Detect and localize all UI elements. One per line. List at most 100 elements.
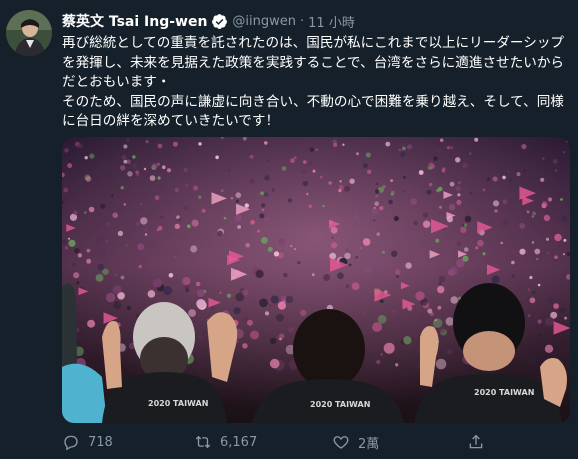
tweet-photo[interactable]: 2020 TAIWAN 2020 TAIWAN 2020 TAIWAN	[62, 137, 570, 423]
header-separator: ·	[300, 13, 305, 29]
crowd-speck	[277, 301, 286, 310]
author-handle[interactable]: @iingwen	[232, 14, 296, 29]
crowd-speck	[393, 216, 399, 222]
crowd-speck	[402, 175, 406, 179]
crowd-speck	[487, 177, 491, 181]
crowd-speck	[391, 250, 398, 257]
crowd-speck	[174, 255, 177, 259]
crowd-speck	[526, 210, 530, 214]
crowd-speck	[374, 201, 380, 206]
crowd-speck	[469, 152, 472, 155]
crowd-speck	[463, 223, 468, 227]
crowd-speck	[290, 158, 295, 164]
crowd-speck	[274, 257, 278, 260]
crowd-speck	[521, 144, 527, 150]
crowd-speck	[428, 162, 434, 168]
retweet-button[interactable]: 6,167	[194, 430, 257, 454]
crowd-speck	[261, 237, 268, 244]
crowd-speck	[511, 274, 516, 278]
crowd-speck	[511, 260, 515, 265]
crowd-speck	[153, 278, 163, 288]
crowd-speck	[456, 241, 462, 246]
crowd-speck	[249, 178, 256, 184]
crowd-speck	[507, 170, 510, 173]
crowd-speck	[234, 214, 242, 222]
crowd-speck	[244, 203, 249, 208]
crowd-speck	[195, 281, 201, 287]
avatar[interactable]	[6, 10, 52, 56]
crowd-speck	[500, 241, 504, 245]
crowd-speck	[457, 181, 461, 185]
crowd-speck	[437, 305, 442, 310]
crowd-speck	[162, 165, 166, 169]
crowd-speck	[260, 191, 264, 195]
crowd-speck	[279, 333, 285, 339]
avatar-image	[6, 10, 52, 56]
like-count: 2萬	[358, 436, 380, 452]
crowd-speck	[402, 146, 406, 151]
crowd-speck	[280, 295, 287, 301]
crowd-speck	[531, 215, 534, 218]
crowd-speck	[311, 273, 315, 277]
crowd-speck	[137, 243, 145, 251]
crowd-speck	[414, 214, 417, 217]
crowd-speck	[287, 198, 293, 203]
crowd-speck	[74, 248, 80, 254]
crowd-speck	[123, 159, 128, 164]
rally-photo: 2020 TAIWAN 2020 TAIWAN 2020 TAIWAN	[62, 137, 570, 423]
crowd-speck	[547, 296, 554, 304]
crowd-speck	[267, 246, 273, 252]
crowd-speck	[552, 159, 558, 164]
crowd-speck	[349, 178, 355, 184]
crowd-speck	[440, 138, 444, 142]
crowd-speck	[433, 156, 438, 161]
crowd-speck	[271, 188, 275, 192]
crowd-speck	[382, 185, 386, 189]
crowd-speck	[190, 245, 198, 253]
reply-button[interactable]: 718	[62, 430, 113, 454]
crowd-speck	[64, 148, 69, 153]
crowd-speck	[114, 273, 117, 276]
crowd-speck	[261, 208, 265, 212]
crowd-speck	[65, 246, 69, 250]
crowd-speck	[396, 275, 399, 278]
like-button[interactable]: 2萬	[332, 430, 379, 454]
tweet-timestamp[interactable]: 11 小時	[308, 12, 355, 31]
crowd-speck	[508, 178, 514, 183]
crowd-speck	[68, 239, 76, 247]
crowd-speck	[403, 336, 412, 345]
crowd-speck	[255, 269, 264, 279]
crowd-speck	[492, 200, 500, 207]
crowd-speck	[544, 316, 554, 326]
crowd-speck	[198, 195, 202, 199]
crowd-speck	[362, 163, 368, 169]
tweet[interactable]: 蔡英文 Tsai Ing-wen @iingwen · 11 小時 再び総統とし…	[0, 0, 578, 459]
crowd-speck	[410, 198, 417, 205]
crowd-speck	[159, 215, 164, 220]
crowd-speck	[158, 182, 164, 189]
crowd-speck	[380, 353, 383, 356]
crowd-speck	[367, 169, 372, 174]
crowd-speck	[449, 181, 455, 187]
crowd-speck	[562, 253, 565, 256]
crowd-speck	[541, 201, 548, 208]
crowd-speck	[176, 215, 180, 220]
crowd-speck	[422, 212, 429, 218]
crowd-speck	[365, 152, 371, 158]
crowd-speck	[435, 358, 447, 370]
crowd-speck	[73, 210, 78, 215]
share-button[interactable]	[467, 430, 485, 454]
crowd-speck	[446, 349, 453, 355]
crowd-speck	[126, 305, 132, 310]
crowd-speck	[439, 205, 442, 209]
crowd-speck	[376, 232, 380, 236]
crowd-speck	[457, 193, 461, 197]
crowd-speck	[138, 264, 142, 269]
crowd-speck	[427, 308, 433, 314]
crowd-speck	[290, 245, 293, 248]
crowd-speck	[563, 238, 567, 242]
crowd-speck	[202, 330, 205, 333]
crowd-speck	[201, 208, 206, 213]
crowd-speck	[464, 215, 472, 223]
author-name[interactable]: 蔡英文 Tsai Ing-wen	[62, 11, 207, 31]
